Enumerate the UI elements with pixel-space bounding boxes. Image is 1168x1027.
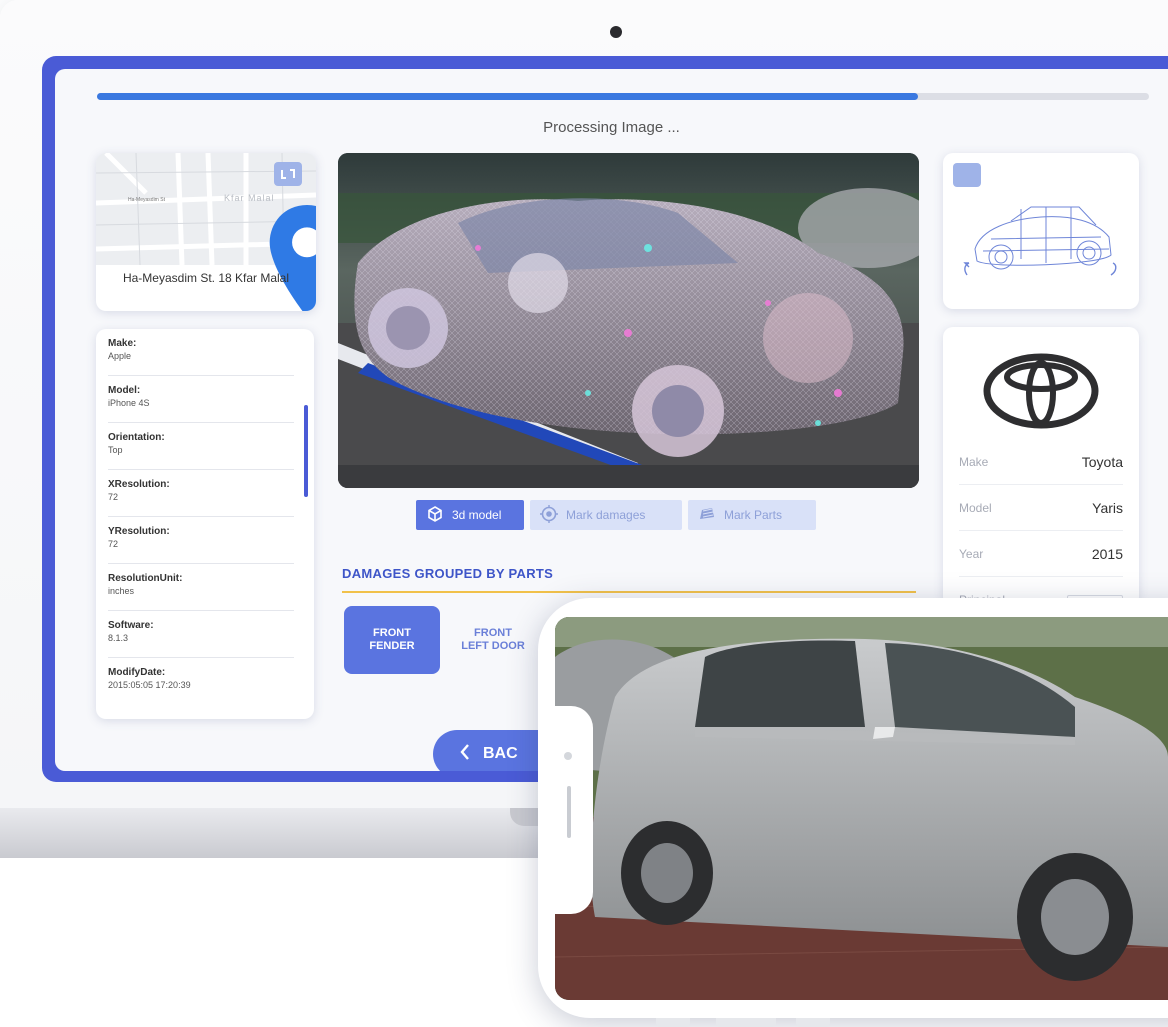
phone-camera-icon (564, 752, 572, 760)
metadata-key: ModifyDate: (108, 667, 166, 678)
phone-foot (656, 1018, 690, 1027)
map-pin-icon (197, 205, 316, 311)
metadata-row: ResolutionUnit: inches (108, 564, 294, 611)
car-part-icon (698, 505, 716, 526)
metadata-row: Software: 8.1.3 (108, 611, 294, 658)
metadata-value: 72 (108, 492, 119, 502)
exif-metadata-card[interactable]: Make: Apple Model: iPhone 4S Orientation… (96, 329, 314, 719)
tab-label: Mark damages (566, 508, 646, 522)
part-label-line2: LEFT DOOR (461, 640, 525, 652)
metadata-key: YResolution: (108, 526, 170, 537)
target-icon (540, 504, 558, 526)
metadata-value: 8.1.3 (108, 633, 129, 643)
tab-label: Mark Parts (724, 508, 783, 522)
spec-value: Yaris (1092, 499, 1123, 516)
spec-value: 2015 (1091, 545, 1123, 562)
metadata-row: YResolution: 72 (108, 517, 294, 564)
metadata-row: ModifyDate: 2015:05:05 17:20:39 (108, 658, 294, 705)
metadata-row: Make: Apple (108, 329, 294, 376)
progress-fill (97, 93, 918, 100)
vehicle-info-card: Make Toyota Model Yaris Year 2015 Princi… (943, 327, 1139, 607)
metadata-value: inches (108, 586, 135, 596)
spec-row-year: Year 2015 (959, 531, 1123, 577)
phone-camera-photo[interactable] (555, 617, 1168, 1000)
phone-foot (796, 1018, 830, 1027)
metadata-value: 72 (108, 539, 119, 549)
cube-icon (426, 505, 444, 526)
metadata-value: Top (108, 445, 123, 455)
location-card[interactable]: Ha-Meyasdim St Kfar Malal Ha-Meyasdim St… (96, 153, 316, 311)
car-photo-graphic (555, 617, 1168, 1000)
spec-row-make: Make Toyota (959, 439, 1123, 485)
tab-3d-model[interactable]: 3d model (416, 500, 524, 530)
progress-bar (97, 93, 1149, 100)
metadata-key: ResolutionUnit: (108, 573, 183, 584)
model-expand-icon[interactable] (953, 163, 1081, 270)
chevron-left-icon (459, 743, 471, 766)
laptop-camera (610, 26, 622, 38)
part-button-front-fender[interactable]: FRONT FENDER (344, 606, 440, 674)
spec-value: Toyota (1081, 453, 1123, 470)
section-divider (342, 591, 916, 593)
phone-side-bezel (555, 706, 593, 914)
car-wireframe-thumbnail (963, 206, 1117, 276)
map-expand-icon[interactable] (274, 162, 302, 186)
metadata-row: Model: iPhone 4S (108, 376, 294, 423)
metadata-value: Apple (108, 351, 132, 361)
spec-key: Year (959, 546, 984, 561)
damages-section-title: DAMAGES GROUPED BY PARTS (342, 566, 554, 581)
spec-key: Model (959, 500, 992, 515)
metadata-key: Model: (108, 385, 141, 396)
toyota-logo-icon (981, 351, 1101, 431)
phone-speaker (567, 786, 571, 838)
tab-mark-damages[interactable]: Mark damages (530, 500, 682, 530)
part-label-line2: FENDER (369, 640, 415, 652)
part-label-line1: FRONT (373, 627, 411, 639)
car-wireframe-graphic (338, 153, 919, 488)
location-map[interactable]: Ha-Meyasdim St Kfar Malal (96, 153, 316, 311)
spec-row-model: Model Yaris (959, 485, 1123, 531)
tab-label: 3d model (452, 508, 502, 522)
phone-foot (716, 1018, 776, 1027)
car-3d-wireframe-image[interactable] (338, 153, 919, 488)
metadata-key: XResolution: (108, 479, 170, 490)
map-street-label: Ha-Meyasdim St (128, 197, 166, 203)
map-area-label: Kfar Malal (224, 193, 275, 203)
part-label-line1: FRONT (474, 627, 512, 639)
metadata-key: Orientation: (108, 432, 165, 443)
address-text: Ha-Meyasdim St. 18 Kfar Malal (122, 271, 290, 285)
metadata-value: iPhone 4S (108, 398, 150, 408)
tab-mark-parts[interactable]: Mark Parts (688, 500, 816, 530)
spec-key: Make (959, 454, 989, 469)
metadata-scrollbar[interactable] (304, 405, 308, 497)
metadata-row: Orientation: Top (108, 423, 294, 470)
metadata-row: XResolution: 72 (108, 470, 294, 517)
metadata-key: Make: (108, 338, 137, 349)
back-button-label: BAC (483, 745, 518, 762)
image-expand-icon[interactable] (870, 163, 896, 185)
metadata-key: Software: (108, 620, 154, 631)
rotatable-3d-model-card[interactable] (943, 153, 1139, 309)
part-button-front-left-door[interactable]: FRONT LEFT DOOR (445, 606, 541, 674)
progress-label: Processing Image ... (543, 119, 680, 136)
metadata-value: 2015:05:05 17:20:39 (108, 680, 191, 690)
